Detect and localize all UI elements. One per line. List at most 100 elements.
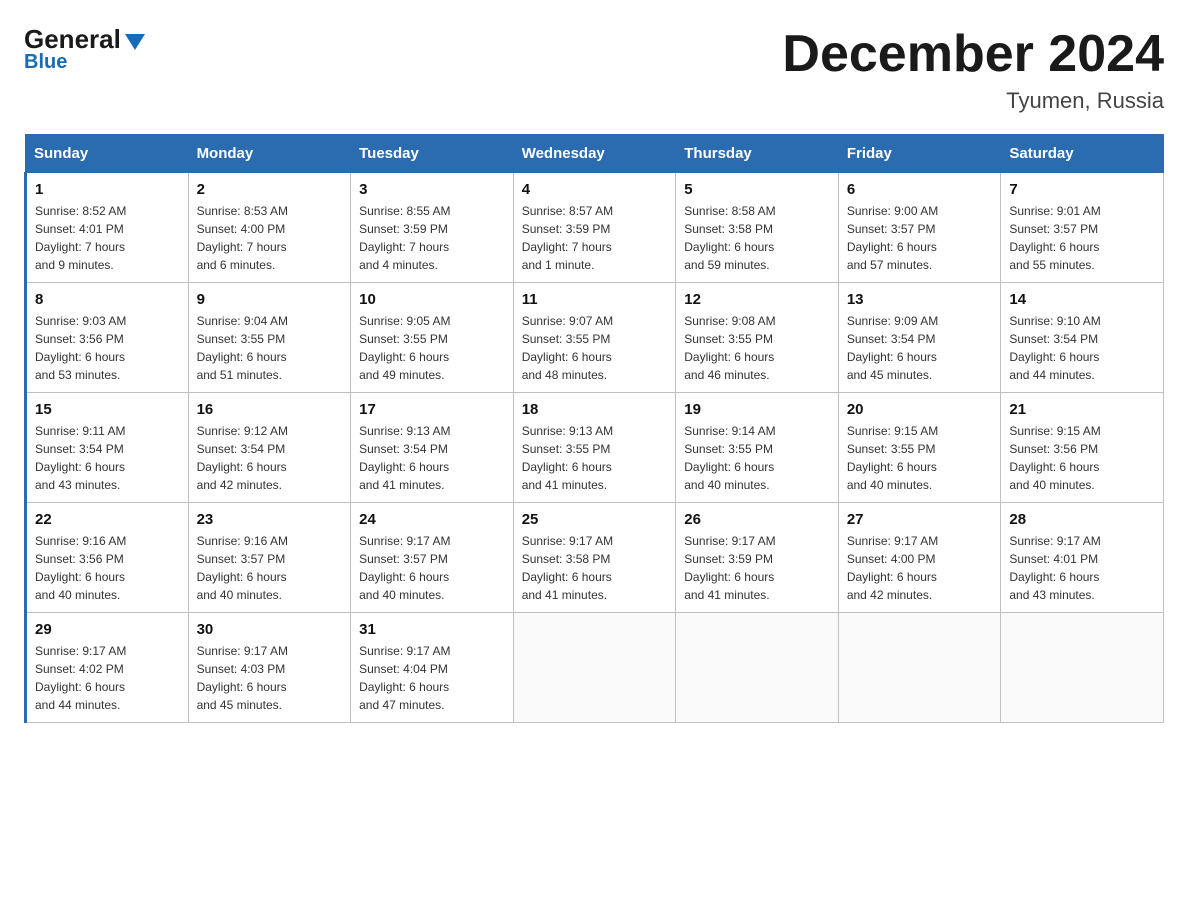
logo-triangle-icon	[125, 34, 145, 50]
calendar-day-cell: 27 Sunrise: 9:17 AM Sunset: 4:00 PM Dayli…	[838, 503, 1001, 613]
calendar-day-cell: 7 Sunrise: 9:01 AM Sunset: 3:57 PM Daylig…	[1001, 173, 1164, 283]
weekday-header-thursday: Thursday	[676, 135, 839, 173]
weekday-header-wednesday: Wednesday	[513, 135, 676, 173]
calendar-day-cell: 24 Sunrise: 9:17 AM Sunset: 3:57 PM Dayli…	[351, 503, 514, 613]
calendar-day-cell: 12 Sunrise: 9:08 AM Sunset: 3:55 PM Dayli…	[676, 283, 839, 393]
day-info: Sunrise: 9:13 AM Sunset: 3:55 PM Dayligh…	[522, 422, 668, 494]
day-number: 31	[359, 621, 505, 638]
day-info: Sunrise: 8:58 AM Sunset: 3:58 PM Dayligh…	[684, 202, 830, 274]
day-info: Sunrise: 9:01 AM Sunset: 3:57 PM Dayligh…	[1009, 202, 1155, 274]
empty-day-cell	[1001, 613, 1164, 723]
day-number: 27	[847, 511, 993, 528]
calendar-day-cell: 4 Sunrise: 8:57 AM Sunset: 3:59 PM Daylig…	[513, 173, 676, 283]
calendar-body: 1Sunrise: 8:52 AM Sunset: 4:01 PM Daylig…	[26, 173, 1164, 723]
day-info: Sunrise: 9:16 AM Sunset: 3:57 PM Dayligh…	[197, 532, 343, 604]
day-info: Sunrise: 9:12 AM Sunset: 3:54 PM Dayligh…	[197, 422, 343, 494]
day-number: 12	[684, 291, 830, 308]
calendar-day-cell: 29Sunrise: 9:17 AM Sunset: 4:02 PM Dayli…	[26, 613, 189, 723]
day-number: 9	[197, 291, 343, 308]
calendar-day-cell: 25 Sunrise: 9:17 AM Sunset: 3:58 PM Dayli…	[513, 503, 676, 613]
month-title: December 2024	[782, 24, 1164, 84]
day-info: Sunrise: 9:14 AM Sunset: 3:55 PM Dayligh…	[684, 422, 830, 494]
calendar-day-cell: 23 Sunrise: 9:16 AM Sunset: 3:57 PM Dayli…	[188, 503, 351, 613]
calendar-day-cell: 26 Sunrise: 9:17 AM Sunset: 3:59 PM Dayli…	[676, 503, 839, 613]
day-info: Sunrise: 8:55 AM Sunset: 3:59 PM Dayligh…	[359, 202, 505, 274]
calendar-header: SundayMondayTuesdayWednesdayThursdayFrid…	[26, 135, 1164, 173]
logo: General Blue	[24, 24, 145, 74]
day-number: 2	[197, 181, 343, 198]
day-number: 8	[35, 291, 180, 308]
day-number: 6	[847, 181, 993, 198]
day-info: Sunrise: 9:17 AM Sunset: 4:03 PM Dayligh…	[197, 642, 343, 714]
day-info: Sunrise: 9:17 AM Sunset: 3:59 PM Dayligh…	[684, 532, 830, 604]
day-info: Sunrise: 8:57 AM Sunset: 3:59 PM Dayligh…	[522, 202, 668, 274]
calendar-day-cell: 20 Sunrise: 9:15 AM Sunset: 3:55 PM Dayli…	[838, 393, 1001, 503]
day-info: Sunrise: 8:52 AM Sunset: 4:01 PM Dayligh…	[35, 202, 180, 274]
day-info: Sunrise: 9:00 AM Sunset: 3:57 PM Dayligh…	[847, 202, 993, 274]
day-number: 17	[359, 401, 505, 418]
calendar-day-cell: 28Sunrise: 9:17 AM Sunset: 4:01 PM Dayli…	[1001, 503, 1164, 613]
day-number: 10	[359, 291, 505, 308]
calendar-day-cell: 10 Sunrise: 9:05 AM Sunset: 3:55 PM Dayli…	[351, 283, 514, 393]
weekday-header-monday: Monday	[188, 135, 351, 173]
day-info: Sunrise: 9:05 AM Sunset: 3:55 PM Dayligh…	[359, 312, 505, 384]
day-info: Sunrise: 9:17 AM Sunset: 3:57 PM Dayligh…	[359, 532, 505, 604]
calendar-day-cell: 3 Sunrise: 8:55 AM Sunset: 3:59 PM Daylig…	[351, 173, 514, 283]
day-info: Sunrise: 9:04 AM Sunset: 3:55 PM Dayligh…	[197, 312, 343, 384]
calendar-day-cell: 17Sunrise: 9:13 AM Sunset: 3:54 PM Dayli…	[351, 393, 514, 503]
day-info: Sunrise: 9:08 AM Sunset: 3:55 PM Dayligh…	[684, 312, 830, 384]
day-info: Sunrise: 9:15 AM Sunset: 3:55 PM Dayligh…	[847, 422, 993, 494]
day-number: 7	[1009, 181, 1155, 198]
day-number: 16	[197, 401, 343, 418]
day-info: Sunrise: 9:07 AM Sunset: 3:55 PM Dayligh…	[522, 312, 668, 384]
calendar-day-cell: 14Sunrise: 9:10 AM Sunset: 3:54 PM Dayli…	[1001, 283, 1164, 393]
calendar-day-cell: 1Sunrise: 8:52 AM Sunset: 4:01 PM Daylig…	[26, 173, 189, 283]
day-info: Sunrise: 9:17 AM Sunset: 4:02 PM Dayligh…	[35, 642, 180, 714]
page-header: General Blue December 2024 Tyumen, Russi…	[24, 24, 1164, 114]
day-number: 4	[522, 181, 668, 198]
day-info: Sunrise: 9:11 AM Sunset: 3:54 PM Dayligh…	[35, 422, 180, 494]
day-info: Sunrise: 9:15 AM Sunset: 3:56 PM Dayligh…	[1009, 422, 1155, 494]
empty-day-cell	[676, 613, 839, 723]
day-info: Sunrise: 9:17 AM Sunset: 4:01 PM Dayligh…	[1009, 532, 1155, 604]
calendar-day-cell: 2 Sunrise: 8:53 AM Sunset: 4:00 PM Daylig…	[188, 173, 351, 283]
calendar-week-row: 1Sunrise: 8:52 AM Sunset: 4:01 PM Daylig…	[26, 173, 1164, 283]
empty-day-cell	[838, 613, 1001, 723]
calendar-day-cell: 18Sunrise: 9:13 AM Sunset: 3:55 PM Dayli…	[513, 393, 676, 503]
calendar-day-cell: 13 Sunrise: 9:09 AM Sunset: 3:54 PM Dayli…	[838, 283, 1001, 393]
calendar-day-cell: 5 Sunrise: 8:58 AM Sunset: 3:58 PM Daylig…	[676, 173, 839, 283]
calendar-day-cell: 22Sunrise: 9:16 AM Sunset: 3:56 PM Dayli…	[26, 503, 189, 613]
day-number: 19	[684, 401, 830, 418]
day-number: 13	[847, 291, 993, 308]
calendar-week-row: 29Sunrise: 9:17 AM Sunset: 4:02 PM Dayli…	[26, 613, 1164, 723]
calendar-week-row: 8 Sunrise: 9:03 AM Sunset: 3:56 PM Daylig…	[26, 283, 1164, 393]
day-number: 20	[847, 401, 993, 418]
calendar-day-cell: 31 Sunrise: 9:17 AM Sunset: 4:04 PM Dayli…	[351, 613, 514, 723]
calendar-day-cell: 15 Sunrise: 9:11 AM Sunset: 3:54 PM Dayli…	[26, 393, 189, 503]
logo-blue-text: Blue	[24, 51, 67, 74]
calendar-table: SundayMondayTuesdayWednesdayThursdayFrid…	[24, 134, 1164, 723]
day-number: 23	[197, 511, 343, 528]
weekday-header-tuesday: Tuesday	[351, 135, 514, 173]
calendar-week-row: 15 Sunrise: 9:11 AM Sunset: 3:54 PM Dayli…	[26, 393, 1164, 503]
calendar-day-cell: 30Sunrise: 9:17 AM Sunset: 4:03 PM Dayli…	[188, 613, 351, 723]
day-info: Sunrise: 9:17 AM Sunset: 4:04 PM Dayligh…	[359, 642, 505, 714]
day-number: 21	[1009, 401, 1155, 418]
day-number: 26	[684, 511, 830, 528]
calendar-day-cell: 8 Sunrise: 9:03 AM Sunset: 3:56 PM Daylig…	[26, 283, 189, 393]
day-number: 24	[359, 511, 505, 528]
day-info: Sunrise: 9:03 AM Sunset: 3:56 PM Dayligh…	[35, 312, 180, 384]
day-info: Sunrise: 8:53 AM Sunset: 4:00 PM Dayligh…	[197, 202, 343, 274]
day-number: 25	[522, 511, 668, 528]
day-number: 5	[684, 181, 830, 198]
day-info: Sunrise: 9:10 AM Sunset: 3:54 PM Dayligh…	[1009, 312, 1155, 384]
calendar-week-row: 22Sunrise: 9:16 AM Sunset: 3:56 PM Dayli…	[26, 503, 1164, 613]
calendar-day-cell: 16 Sunrise: 9:12 AM Sunset: 3:54 PM Dayli…	[188, 393, 351, 503]
weekday-header-sunday: Sunday	[26, 135, 189, 173]
calendar-day-cell: 9 Sunrise: 9:04 AM Sunset: 3:55 PM Daylig…	[188, 283, 351, 393]
day-number: 15	[35, 401, 180, 418]
day-info: Sunrise: 9:09 AM Sunset: 3:54 PM Dayligh…	[847, 312, 993, 384]
day-info: Sunrise: 9:17 AM Sunset: 4:00 PM Dayligh…	[847, 532, 993, 604]
day-info: Sunrise: 9:17 AM Sunset: 3:58 PM Dayligh…	[522, 532, 668, 604]
day-number: 3	[359, 181, 505, 198]
